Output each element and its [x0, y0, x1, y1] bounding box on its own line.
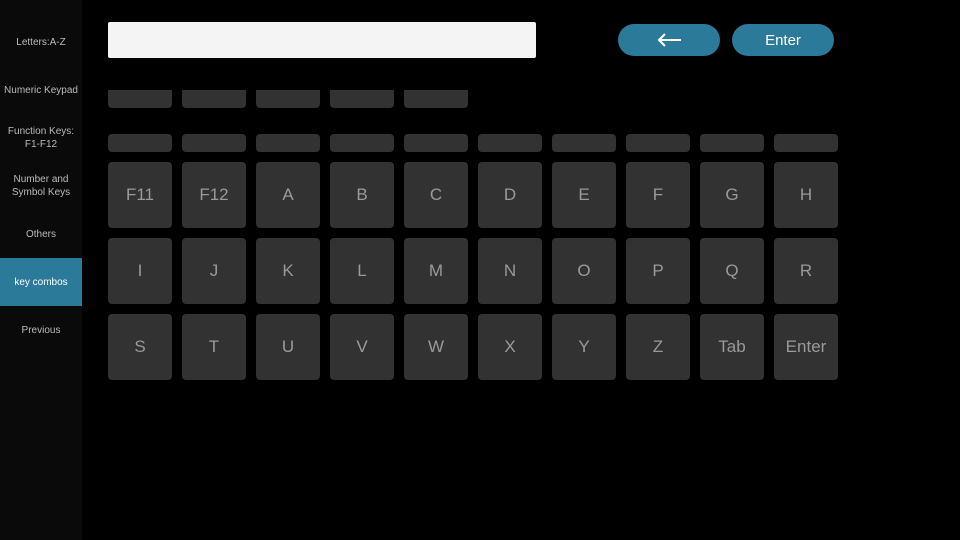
partial-row	[108, 134, 934, 152]
main-panel: Enter Ctrl Shift Alt Win Delete	[82, 0, 960, 540]
key-tab[interactable]: Tab	[700, 314, 764, 380]
key-stub[interactable]	[774, 134, 838, 152]
key-row-1: F11 F12 A B C D E F G H	[108, 162, 934, 228]
key-stub[interactable]	[108, 134, 172, 152]
key-shift[interactable]: Shift	[182, 90, 246, 108]
sidebar-item-numeric-keypad[interactable]: Numeric Keypad	[0, 66, 82, 114]
key-m[interactable]: M	[404, 238, 468, 304]
key-row-3: S T U V W X Y Z Tab Enter	[108, 314, 934, 380]
enter-button[interactable]: Enter	[732, 24, 834, 56]
key-stub[interactable]	[552, 134, 616, 152]
key-r[interactable]: R	[774, 238, 838, 304]
sidebar-item-function-keys[interactable]: Function Keys: F1-F12	[0, 114, 82, 162]
key-stub[interactable]	[478, 134, 542, 152]
key-l[interactable]: L	[330, 238, 394, 304]
sidebar-item-number-symbol[interactable]: Number and Symbol Keys	[0, 162, 82, 210]
key-n[interactable]: N	[478, 238, 542, 304]
sidebar-item-previous[interactable]: Previous	[0, 306, 82, 354]
key-p[interactable]: P	[626, 238, 690, 304]
key-delete[interactable]: Delete	[404, 90, 468, 108]
key-h[interactable]: H	[774, 162, 838, 228]
key-ctrl[interactable]: Ctrl	[108, 90, 172, 108]
key-s[interactable]: S	[108, 314, 172, 380]
key-y[interactable]: Y	[552, 314, 616, 380]
key-g[interactable]: G	[700, 162, 764, 228]
key-v[interactable]: V	[330, 314, 394, 380]
combo-input[interactable]	[108, 22, 536, 58]
key-stub[interactable]	[404, 134, 468, 152]
sidebar-item-key-combos[interactable]: key combos	[0, 258, 82, 306]
key-z[interactable]: Z	[626, 314, 690, 380]
key-d[interactable]: D	[478, 162, 542, 228]
keys-scroll-area[interactable]: Ctrl Shift Alt Win Delete	[108, 90, 934, 430]
key-c[interactable]: C	[404, 162, 468, 228]
arrow-left-icon	[656, 33, 682, 47]
key-e[interactable]: E	[552, 162, 616, 228]
key-stub[interactable]	[330, 134, 394, 152]
key-stub[interactable]	[700, 134, 764, 152]
key-f[interactable]: F	[626, 162, 690, 228]
key-b[interactable]: B	[330, 162, 394, 228]
key-j[interactable]: J	[182, 238, 246, 304]
key-enter[interactable]: Enter	[774, 314, 838, 380]
key-t[interactable]: T	[182, 314, 246, 380]
key-stub[interactable]	[256, 134, 320, 152]
key-w[interactable]: W	[404, 314, 468, 380]
key-stub[interactable]	[626, 134, 690, 152]
key-u[interactable]: U	[256, 314, 320, 380]
key-row-2: I J K L M N O P Q R	[108, 238, 934, 304]
top-row: Enter	[108, 22, 934, 58]
modifier-row: Ctrl Shift Alt Win Delete	[108, 90, 934, 108]
key-f12[interactable]: F12	[182, 162, 246, 228]
key-alt[interactable]: Alt	[256, 90, 320, 108]
key-f11[interactable]: F11	[108, 162, 172, 228]
key-a[interactable]: A	[256, 162, 320, 228]
key-stub[interactable]	[182, 134, 246, 152]
key-win[interactable]: Win	[330, 90, 394, 108]
key-q[interactable]: Q	[700, 238, 764, 304]
backspace-button[interactable]	[618, 24, 720, 56]
sidebar: Letters:A-Z Numeric Keypad Function Keys…	[0, 0, 82, 540]
key-x[interactable]: X	[478, 314, 542, 380]
key-i[interactable]: I	[108, 238, 172, 304]
sidebar-item-others[interactable]: Others	[0, 210, 82, 258]
key-o[interactable]: O	[552, 238, 616, 304]
key-k[interactable]: K	[256, 238, 320, 304]
sidebar-item-letters[interactable]: Letters:A-Z	[0, 18, 82, 66]
